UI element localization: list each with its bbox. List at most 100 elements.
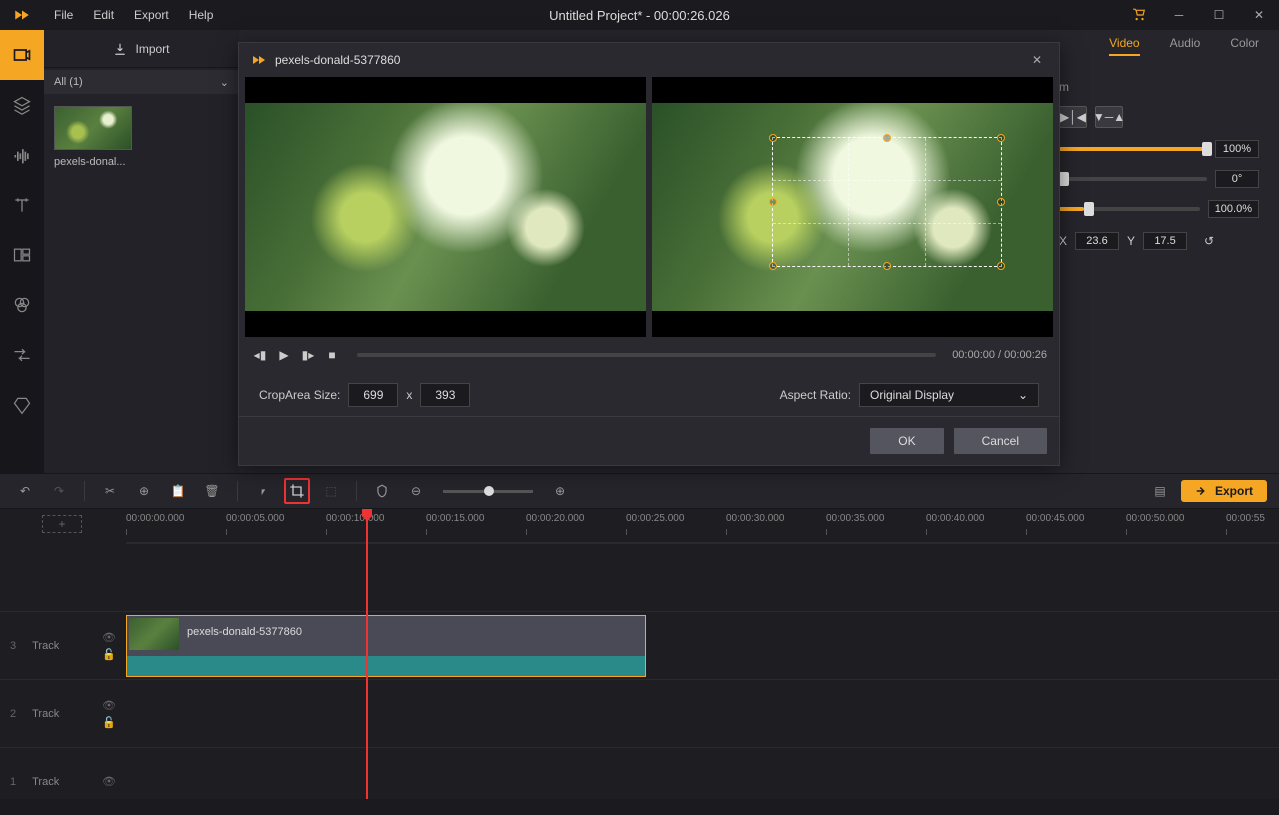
- y-label: Y: [1127, 234, 1135, 248]
- timeline: + 3 Track 👁🔓 2 Track 👁🔓 1 Track 👁 00:00:…: [0, 509, 1279, 799]
- crop-modal: pexels-donald-5377860 ✕ ◂▮ ▶ ▮▸ ■ 00:00:…: [238, 42, 1060, 466]
- modal-close-icon[interactable]: ✕: [1027, 53, 1047, 67]
- track-row[interactable]: [126, 679, 1279, 747]
- chevron-down-icon: ⌄: [1018, 388, 1028, 402]
- track-header: 2 Track 👁🔓: [0, 679, 126, 747]
- crop-frame[interactable]: [772, 137, 1002, 267]
- tab-color[interactable]: Color: [1230, 36, 1259, 56]
- media-thumb[interactable]: pexels-donal...: [54, 106, 132, 168]
- clip-label: pexels-donald-5377860: [187, 626, 302, 638]
- timeline-ruler[interactable]: 00:00:00.00000:00:05.00000:00:10.00000:0…: [126, 509, 1279, 543]
- opacity-value: 100.0%: [1208, 200, 1259, 218]
- nav-audio-icon[interactable]: [0, 130, 44, 180]
- app-logo: [0, 0, 44, 30]
- delete-icon[interactable]: 🗑: [199, 478, 225, 504]
- modal-timecode: 00:00:00 / 00:00:26: [952, 349, 1047, 361]
- crop-size-label: CropArea Size:: [259, 388, 340, 402]
- aspect-select[interactable]: Original Display ⌄: [859, 383, 1039, 407]
- rotate-value: 0°: [1215, 170, 1259, 188]
- timeline-toolbar: ↶ ↷ ✂ ⊕ 📋 🗑 ⎖ ⬚ ⊖ ⊕ ▤ Export: [0, 473, 1279, 509]
- crop-height-input[interactable]: [420, 383, 470, 407]
- crop-icon[interactable]: [284, 478, 310, 504]
- import-button[interactable]: Import: [44, 30, 239, 68]
- nav-effects-icon[interactable]: [0, 280, 44, 330]
- next-frame-icon[interactable]: ▮▸: [299, 346, 317, 364]
- x-value[interactable]: 23.6: [1075, 232, 1119, 250]
- nav-subtitle-icon[interactable]: [0, 380, 44, 430]
- crop-width-input[interactable]: [348, 383, 398, 407]
- main-menu: File Edit Export Help: [44, 0, 223, 30]
- nav-layers-icon[interactable]: [0, 80, 44, 130]
- menu-export[interactable]: Export: [124, 0, 179, 30]
- nav-media-icon[interactable]: [0, 30, 44, 80]
- modal-logo-icon: [251, 52, 267, 68]
- eye-icon[interactable]: 👁: [102, 775, 116, 788]
- menu-edit[interactable]: Edit: [83, 0, 124, 30]
- stop-icon[interactable]: ■: [323, 346, 341, 364]
- aspect-label: Aspect Ratio:: [780, 388, 851, 402]
- zoom-out-icon[interactable]: ⊖: [403, 478, 429, 504]
- zoom-in-icon[interactable]: ⊕: [547, 478, 573, 504]
- nav-transition-icon[interactable]: [0, 330, 44, 380]
- x-label: X: [1059, 234, 1067, 248]
- menu-help[interactable]: Help: [179, 0, 224, 30]
- preview-crop[interactable]: [652, 77, 1053, 337]
- flip-h-icon[interactable]: ▶│◀: [1059, 106, 1087, 128]
- redo-icon[interactable]: ↷: [46, 478, 72, 504]
- import-label: Import: [135, 42, 169, 56]
- copy-icon[interactable]: ⊕: [131, 478, 157, 504]
- track-row[interactable]: pexels-donald-5377860: [126, 611, 1279, 679]
- nav-text-icon[interactable]: [0, 180, 44, 230]
- maximize-icon[interactable]: ☐: [1199, 0, 1239, 30]
- media-filter-dropdown[interactable]: All (1) ⌄: [44, 70, 239, 94]
- titlebar: File Edit Export Help Untitled Project* …: [0, 0, 1279, 30]
- close-icon[interactable]: ✕: [1239, 0, 1279, 30]
- split-icon[interactable]: ⎖: [250, 478, 276, 504]
- rotate-slider[interactable]: [1059, 177, 1207, 181]
- menu-file[interactable]: File: [44, 0, 83, 30]
- track-header: 3 Track 👁🔓: [0, 611, 126, 679]
- y-value[interactable]: 17.5: [1143, 232, 1187, 250]
- window-title: Untitled Project* - 00:00:26.026: [549, 8, 730, 23]
- ok-button[interactable]: OK: [870, 428, 943, 454]
- chevron-down-icon: ⌄: [220, 76, 229, 89]
- left-nav: [0, 30, 44, 473]
- zoom-slider[interactable]: [443, 490, 533, 493]
- cut-icon[interactable]: ✂: [97, 478, 123, 504]
- speed-slider[interactable]: [1059, 147, 1207, 151]
- export-button[interactable]: Export: [1181, 480, 1267, 502]
- settings-icon[interactable]: ▤: [1147, 478, 1173, 504]
- preview-original: [245, 77, 646, 337]
- playhead[interactable]: [366, 509, 368, 799]
- cancel-button[interactable]: Cancel: [954, 428, 1047, 454]
- play-icon[interactable]: ▶: [275, 346, 293, 364]
- undo-icon[interactable]: ↶: [12, 478, 38, 504]
- eye-icon[interactable]: 👁: [102, 631, 116, 644]
- nav-split-icon[interactable]: [0, 230, 44, 280]
- track-row[interactable]: [126, 543, 1279, 611]
- track-row[interactable]: [126, 747, 1279, 799]
- thumb-label: pexels-donal...: [54, 156, 132, 168]
- opacity-slider[interactable]: [1059, 207, 1200, 211]
- media-panel: Import All (1) ⌄ pexels-donal...: [44, 30, 239, 473]
- paste-icon[interactable]: 📋: [165, 478, 191, 504]
- video-clip[interactable]: pexels-donald-5377860: [126, 615, 646, 677]
- marker-icon[interactable]: [369, 478, 395, 504]
- reset-icon[interactable]: ↺: [1195, 230, 1223, 252]
- track-header: 1 Track 👁: [0, 747, 126, 815]
- modal-progress[interactable]: [357, 353, 936, 357]
- eye-icon[interactable]: 👁: [102, 699, 116, 712]
- tab-video[interactable]: Video: [1109, 36, 1139, 56]
- group-icon[interactable]: ⬚: [318, 478, 344, 504]
- tab-audio[interactable]: Audio: [1170, 36, 1201, 56]
- add-track-icon[interactable]: +: [42, 515, 82, 533]
- lock-icon[interactable]: 🔓: [102, 716, 116, 729]
- cart-icon[interactable]: [1119, 0, 1159, 30]
- minimize-icon[interactable]: ─: [1159, 0, 1199, 30]
- speed-value: 100%: [1215, 140, 1259, 158]
- prev-frame-icon[interactable]: ◂▮: [251, 346, 269, 364]
- modal-title-text: pexels-donald-5377860: [275, 53, 400, 67]
- flip-v-icon[interactable]: ▼─▲: [1095, 106, 1123, 128]
- lock-icon[interactable]: 🔓: [102, 648, 116, 661]
- props-label: m: [1059, 80, 1259, 94]
